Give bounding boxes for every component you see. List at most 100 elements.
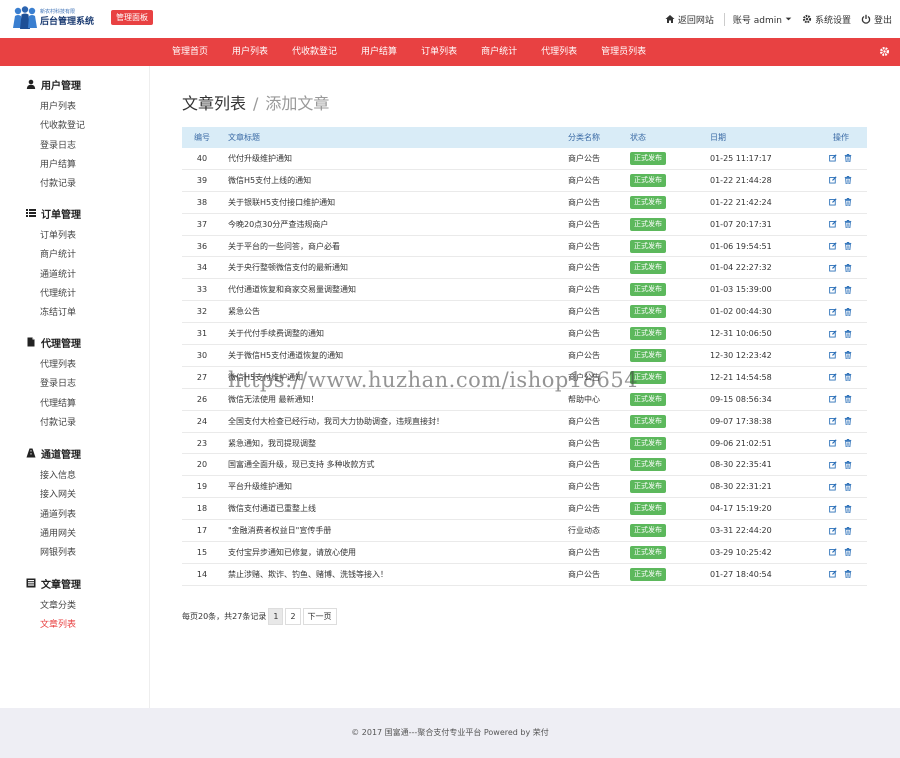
sidebar-item[interactable]: 网银列表 [40,547,76,559]
edit-icon[interactable] [829,286,837,294]
nav-item[interactable]: 用户列表 [220,38,280,66]
sidebar-group-header[interactable]: 代理管理 [26,335,81,350]
edit-icon[interactable] [829,220,837,228]
row-title[interactable]: 禁止涉赌、欺诈、钓鱼、赌博、洗钱等接入！ [222,569,568,580]
back-to-site-link[interactable]: 返回网站 [665,13,714,26]
row-title[interactable]: 关于银联H5支付接口维护通知 [222,197,568,208]
row-title[interactable]: 国富通全面升级，现已支持 多种收款方式 [222,459,568,470]
row-title[interactable]: 紧急公告 [222,306,568,317]
sidebar-item[interactable]: 代理列表 [40,359,76,371]
trash-icon[interactable] [844,242,852,250]
sidebar-item[interactable]: 付款记录 [40,417,76,429]
logout-link[interactable]: 登出 [861,13,892,26]
row-title[interactable]: 关于微信H5支付通道恢复的通知 [222,350,568,361]
trash-icon[interactable] [844,329,852,338]
row-title[interactable]: 关于平台的一些问答，商户必看 [222,241,568,252]
row-title[interactable]: 微信无法使用 最新通知！ [222,394,568,405]
sidebar-item[interactable]: 代理结算 [40,398,76,410]
trash-icon[interactable] [844,198,852,207]
sidebar-item[interactable]: 用户结算 [40,159,76,171]
row-title[interactable]: 紧急通知，我司提现调整 [222,438,568,449]
edit-icon[interactable] [829,351,837,359]
add-article-link[interactable]: 添加文章 [265,94,329,113]
row-title[interactable]: 支付宝异步通知已修复，请放心使用 [222,547,568,558]
row-title[interactable]: "金融消费者权益日"宣传手册 [222,525,568,536]
edit-icon[interactable] [829,242,837,250]
sidebar-item[interactable]: 付款记录 [40,178,76,190]
edit-icon[interactable] [829,264,837,272]
row-title[interactable]: 微信支付通道已重整上线 [222,503,568,514]
sidebar-item[interactable]: 商户统计 [40,249,76,261]
sidebar-item[interactable]: 代理统计 [40,288,76,300]
row-title[interactable]: 关于代付手续费调整的通知 [222,328,568,339]
trash-icon[interactable] [844,570,852,579]
sidebar-item[interactable]: 代收款登记 [40,120,85,132]
sidebar-item[interactable]: 冻结订单 [40,307,76,319]
trash-icon[interactable] [844,482,852,491]
sidebar-item[interactable]: 用户列表 [40,101,76,113]
row-title[interactable]: 今晚20点30分严查违规商户 [222,219,568,230]
sidebar-group-header[interactable]: 订单管理 [26,206,81,221]
nav-item[interactable]: 管理员列表 [589,38,658,66]
nav-item[interactable]: 用户结算 [349,38,409,66]
edit-icon[interactable] [829,198,837,206]
trash-icon[interactable] [844,176,852,185]
sidebar-item[interactable]: 通道列表 [40,509,76,521]
row-title[interactable]: 代付通道恢复和商家交易量调整通知 [222,284,568,295]
nav-item[interactable]: 代理列表 [529,38,589,66]
sidebar-group-header[interactable]: 文章管理 [26,576,81,591]
edit-icon[interactable] [829,483,837,491]
account-dropdown[interactable]: 账号 admin [723,12,792,26]
sidebar-item[interactable]: 文章分类 [40,600,76,612]
sidebar-item[interactable]: 登录日志 [40,378,76,390]
trash-icon[interactable] [844,351,852,360]
sidebar-item[interactable]: 订单列表 [40,230,76,242]
sidebar-item[interactable]: 通道统计 [40,269,76,281]
sidebar-group-header[interactable]: 用户管理 [26,77,81,92]
sidebar-item[interactable]: 登录日志 [40,140,76,152]
logo-icon[interactable] [12,5,38,31]
page-button[interactable]: 2 [285,607,301,625]
trash-icon[interactable] [844,526,852,535]
edit-icon[interactable] [829,526,837,535]
sidebar-item[interactable]: 通用网关 [40,528,76,540]
edit-icon[interactable] [829,548,837,556]
page-button[interactable]: 1 [268,607,284,625]
trash-icon[interactable] [844,460,852,469]
trash-icon[interactable] [844,395,852,404]
sidebar-group-header[interactable]: 通道管理 [26,446,81,461]
system-settings-link[interactable]: 系统设置 [802,13,851,26]
trash-icon[interactable] [844,307,852,316]
admin-panel-badge[interactable]: 管理面板 [111,10,153,25]
trash-icon[interactable] [844,154,852,163]
row-title[interactable]: 代付升级维护通知 [222,153,568,164]
edit-icon[interactable] [829,439,837,447]
edit-icon[interactable] [829,505,837,513]
nav-item[interactable]: 管理首页 [160,38,220,66]
next-page-button[interactable]: 下一页 [302,607,337,625]
edit-icon[interactable] [829,154,837,162]
nav-item[interactable]: 商户统计 [469,38,529,66]
edit-icon[interactable] [829,373,837,381]
row-title[interactable]: 关于央行整顿微信支付的最新通知 [222,262,568,273]
edit-icon[interactable] [829,570,837,578]
edit-icon[interactable] [829,395,837,403]
trash-icon[interactable] [844,373,852,382]
sidebar-item[interactable]: 文章列表 [40,619,76,631]
nav-item[interactable]: 订单列表 [409,38,469,66]
trash-icon[interactable] [844,504,852,513]
edit-icon[interactable] [829,308,837,316]
trash-icon[interactable] [844,263,852,272]
trash-icon[interactable] [844,439,852,448]
nav-item[interactable]: 代收款登记 [280,38,349,66]
sidebar-item[interactable]: 接入信息 [40,470,76,482]
edit-icon[interactable] [829,461,837,469]
trash-icon[interactable] [844,285,852,294]
sidebar-item[interactable]: 接入网关 [40,489,76,501]
row-title[interactable]: 微信H5支付上线的通知 [222,175,568,186]
trash-icon[interactable] [844,548,852,557]
edit-icon[interactable] [829,176,837,184]
nav-settings-gear-icon[interactable] [879,46,890,57]
trash-icon[interactable] [844,417,852,426]
row-title[interactable]: 平台升级维护通知 [222,481,568,492]
